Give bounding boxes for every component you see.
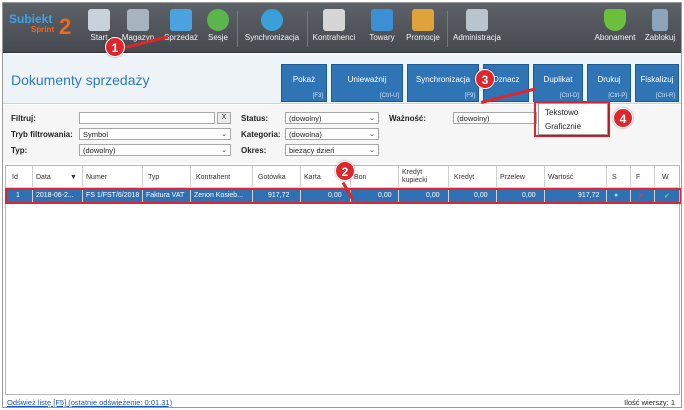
toolbar-synchronizacja[interactable]: Synchronizacja (241, 9, 303, 49)
col-card[interactable]: Karta (304, 174, 321, 181)
show-button[interactable]: Pokaż [F3] (281, 64, 327, 102)
category-label: Kategoria: (241, 130, 281, 139)
type-label: Typ: (11, 146, 28, 155)
period-label: Okres: (241, 146, 267, 155)
toolbar-separator (237, 11, 238, 47)
toolbar-promocje[interactable]: Promocje (403, 9, 443, 49)
sales-register-icon (170, 9, 192, 31)
filter-mode-select[interactable]: Symbol ⌄ (79, 128, 231, 140)
clear-filter-button[interactable]: X (217, 112, 231, 124)
row-highlight (5, 188, 681, 204)
toolbar-towary[interactable]: Towary (365, 9, 399, 49)
fiscalize-button[interactable]: Fiskalizuj [Ctrl-R] (635, 64, 679, 102)
status-bar: Odśwież listę [F5] (ostatnie odświeżenie… (3, 396, 681, 407)
app-window: Subiekt Sprint 2 Start Magazyn Sprzedaż … (2, 2, 682, 408)
toolbar-abonament[interactable]: Abonament (591, 9, 639, 49)
contractors-icon (323, 9, 345, 31)
col-contractor[interactable]: Kontrahent (196, 174, 230, 181)
warehouse-icon (127, 9, 149, 31)
sort-desc-icon: ▼ (70, 174, 77, 181)
store-icon (88, 9, 110, 31)
toolbar-sesje[interactable]: Sesje (203, 9, 233, 49)
col-value[interactable]: Wartość (548, 174, 573, 181)
subscription-shield-icon (604, 9, 626, 31)
col-credit[interactable]: Kredyt (454, 174, 474, 181)
refresh-list-link[interactable]: Odśwież listę [F5] (ostatnie odświeżenie… (7, 398, 172, 407)
col-number[interactable]: Numer (86, 174, 107, 181)
session-icon (207, 9, 229, 31)
toolbar-administracja[interactable]: Administracja (449, 9, 505, 49)
col-s[interactable]: S (612, 174, 617, 181)
annotation-badge-2: 2 (335, 161, 355, 181)
menu-item-text[interactable]: Tekstowo (545, 108, 578, 117)
validity-select[interactable]: (dowolny) (453, 112, 537, 124)
chevron-down-icon: ⌄ (369, 115, 375, 122)
row-count: Ilość wierszy: 1 (624, 398, 675, 407)
col-date[interactable]: Data (36, 174, 51, 181)
print-button[interactable]: Drukuj [Ctrl-P] (587, 64, 631, 102)
chevron-down-icon: ⌄ (369, 131, 375, 138)
goods-icon (371, 9, 393, 31)
toolbar-sprzedaz[interactable]: Sprzedaż (161, 9, 201, 49)
col-voucher[interactable]: Bon (354, 174, 366, 181)
chevron-down-icon: ⌄ (221, 131, 227, 138)
toolbar-separator (447, 11, 448, 47)
annotation-badge-3: 3 (475, 69, 495, 89)
page-title: Dokumenty sprzedaży (11, 72, 150, 88)
annotation-badge-4: 4 (613, 108, 633, 128)
synchronize-button[interactable]: Synchronizacja [F9] (407, 64, 479, 102)
status-select[interactable]: (dowolny) ⌄ (285, 112, 379, 124)
lock-icon (652, 9, 668, 31)
filter-mode-label: Tryb filtrowania: (11, 130, 73, 139)
promotions-icon (412, 9, 434, 31)
toolbar-separator (307, 11, 308, 47)
annotation-badge-1: 1 (105, 37, 125, 57)
subiekt-logo: Subiekt Sprint 2 (9, 12, 72, 39)
col-id[interactable]: Id (12, 174, 18, 181)
duplicate-menu: Tekstowo Graficznie (538, 103, 608, 135)
filter-label: Filtruj: (11, 114, 36, 123)
duplicate-button[interactable]: Duplikat [Ctrl-D] (533, 64, 583, 102)
toolbar-kontrahenci[interactable]: Kontrahenci (309, 9, 359, 49)
sync-icon (261, 9, 283, 31)
col-merchant-credit[interactable]: Kredyt kupiecki (402, 169, 446, 185)
col-w[interactable]: W (662, 174, 669, 181)
col-f[interactable]: F (636, 174, 640, 181)
col-type[interactable]: Typ (148, 174, 159, 181)
chevron-down-icon: ⌄ (369, 147, 375, 154)
status-label: Status: (241, 114, 269, 123)
category-select[interactable]: (dowolna) ⌄ (285, 128, 379, 140)
toolbar-zablokuj[interactable]: Zablokuj (643, 9, 677, 49)
validity-label: Ważność: (389, 114, 427, 123)
col-cash[interactable]: Gotówka (258, 174, 286, 181)
cancel-document-button[interactable]: Unieważnij [Ctrl-U] (331, 64, 403, 102)
period-select[interactable]: bieżący dzień ⌄ (285, 144, 379, 156)
type-select[interactable]: (dowolny) ⌄ (79, 144, 231, 156)
documents-header: Dokumenty sprzedaży Pokaż [F3] Unieważni… (3, 54, 681, 104)
menu-item-graphic[interactable]: Graficznie (545, 122, 581, 131)
chevron-down-icon: ⌄ (221, 147, 227, 154)
col-transfer[interactable]: Przelew (500, 174, 525, 181)
admin-tools-icon (466, 9, 488, 31)
filter-input[interactable] (79, 112, 215, 124)
